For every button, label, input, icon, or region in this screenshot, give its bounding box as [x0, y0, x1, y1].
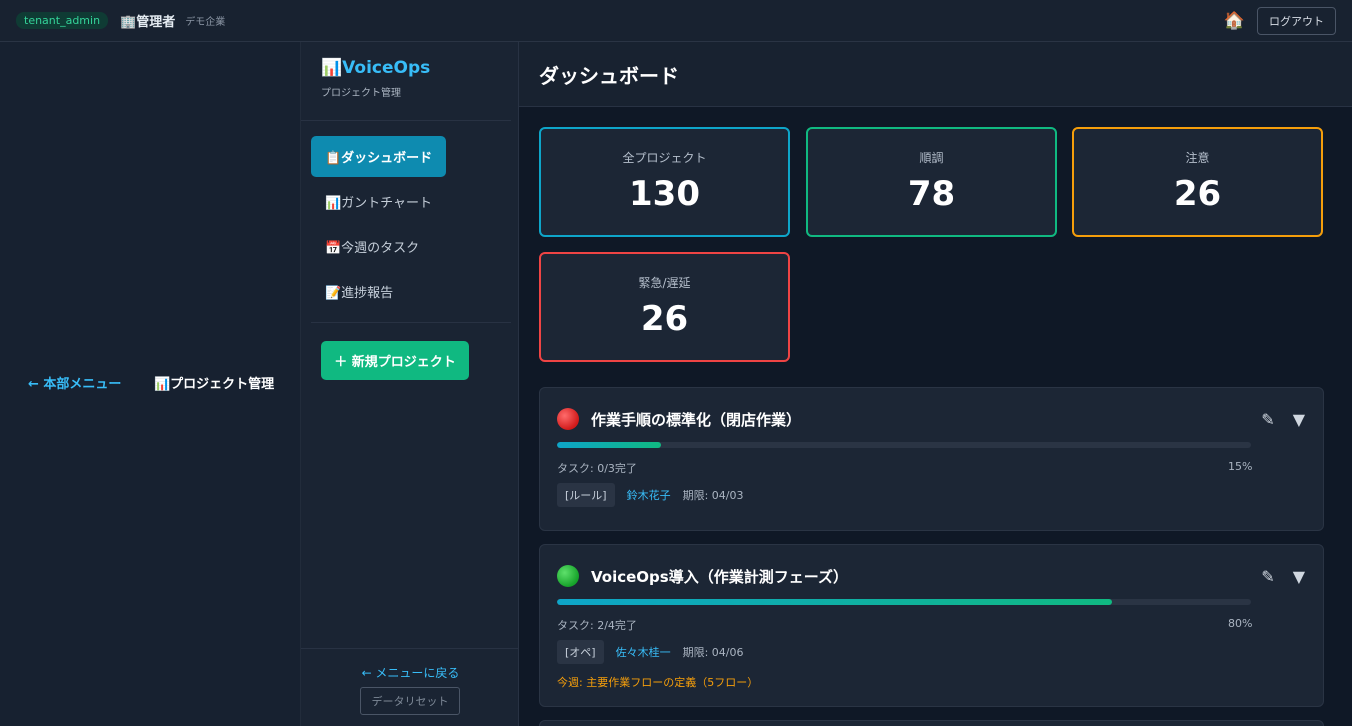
task-count: タスク: 2/4完了 [557, 619, 637, 632]
stat-value: 130 [629, 174, 700, 214]
stat-card-caution[interactable]: 注意 26 [1072, 127, 1323, 237]
owner-name[interactable]: 鈴木花子 [627, 487, 671, 503]
top-bar: tenant_admin 🏢管理者 デモ企業 🏠 ログアウト [0, 0, 1352, 42]
page-title: ダッシュボード [539, 63, 679, 88]
main-header: ダッシュボード [519, 42, 1352, 107]
weekly-task-note: 今週: 主要作業フローの定義（5フロー） [557, 676, 759, 689]
task-count: タスク: 0/3完了 [557, 462, 637, 475]
back-to-main-menu-link[interactable]: ← 本部メニュー [28, 373, 121, 392]
sidebar-item-progress-report[interactable]: 📝進捗報告 [311, 271, 511, 312]
category-tag: [ルール] [557, 483, 615, 507]
project-title: 作業手順の標準化（閉店作業） [591, 410, 802, 429]
left-rail: ← 本部メニュー 📊プロジェクト管理 [0, 42, 300, 726]
project-header: VoiceOps導入（作業計測フェーズ） [557, 565, 848, 587]
new-project-button[interactable]: ＋ 新規プロジェクト [321, 341, 469, 380]
status-green-icon [557, 565, 579, 587]
due-date: 期限: 04/03 [682, 489, 744, 502]
data-reset-button[interactable]: データリセット [360, 687, 460, 715]
edit-icon[interactable]: ✎ [1261, 567, 1274, 586]
role-badge: tenant_admin [16, 12, 109, 29]
main-content: ダッシュボード 全プロジェクト 130 順調 78 注意 26 緊急/遅延 26… [519, 42, 1352, 726]
project-card[interactable]: VoiceOps導入（作業計測フェーズ） ✎ ▼ タスク: 2/4完了 80% … [539, 544, 1324, 707]
project-title: VoiceOps導入（作業計測フェーズ） [591, 567, 848, 586]
due-date: 期限: 04/06 [682, 646, 744, 659]
stat-card-total[interactable]: 全プロジェクト 130 [539, 127, 790, 237]
project-header: 作業手順の標準化（閉店作業） [557, 408, 801, 430]
stat-label: 順調 [919, 151, 944, 165]
divider [301, 120, 511, 121]
sidebar-nav: 📋ダッシュボード 📊ガントチャート 📅今週のタスク 📝進捗報告 [311, 136, 511, 316]
admin-label: 🏢管理者 [120, 15, 176, 30]
project-card[interactable] [539, 720, 1324, 726]
logout-button[interactable]: ログアウト [1257, 6, 1336, 35]
expand-icon[interactable]: ▼ [1293, 567, 1305, 586]
progress-bar [557, 599, 1251, 605]
sidebar-item-dashboard[interactable]: 📋ダッシュボード [311, 136, 446, 177]
sidebar-item-gantt-chart[interactable]: 📊ガントチャート [311, 181, 511, 222]
brand: 📊VoiceOps プロジェクト管理 [321, 58, 430, 99]
sidebar: 📊VoiceOps プロジェクト管理 📋ダッシュボード 📊ガントチャート 📅今週… [300, 42, 520, 726]
progress-percent: 80% [1228, 617, 1253, 630]
status-red-icon [557, 408, 579, 430]
owner-name[interactable]: 佐々木桂一 [616, 644, 671, 660]
tenant-label: デモ企業 [185, 17, 226, 28]
top-right-actions: 🏠 ログアウト [1224, 6, 1336, 35]
project-meta: [ルール] 鈴木花子 期限: 04/03 [557, 483, 744, 507]
progress-bar [557, 442, 1251, 448]
stat-value: 26 [1173, 174, 1222, 214]
home-icon[interactable]: 🏠 [1224, 11, 1245, 31]
category-tag: [オペ] [557, 640, 604, 664]
brand-title: 📊VoiceOps [321, 58, 431, 78]
progress-fill [557, 442, 662, 448]
expand-icon[interactable]: ▼ [1293, 410, 1305, 429]
brand-subtitle: プロジェクト管理 [321, 88, 401, 99]
stat-value: 78 [907, 174, 956, 214]
progress-percent: 15% [1228, 460, 1253, 473]
sidebar-item-weekly-tasks[interactable]: 📅今週のタスク [311, 226, 511, 267]
stat-card-on-track[interactable]: 順調 78 [806, 127, 1057, 237]
divider [301, 648, 520, 649]
stat-value: 26 [640, 299, 689, 339]
rail-project-label: 📊プロジェクト管理 [154, 377, 275, 392]
stat-label: 緊急/遅延 [638, 276, 691, 290]
progress-fill [557, 599, 1113, 605]
stat-card-urgent[interactable]: 緊急/遅延 26 [539, 252, 790, 362]
card-actions: ✎ ▼ [1261, 567, 1305, 586]
back-to-menu-link[interactable]: ← メニューに戻る [301, 664, 520, 681]
divider [311, 322, 511, 323]
project-card[interactable]: 作業手順の標準化（閉店作業） ✎ ▼ タスク: 0/3完了 15% [ルール] … [539, 387, 1324, 531]
edit-icon[interactable]: ✎ [1261, 410, 1274, 429]
project-meta: [オペ] 佐々木桂一 期限: 04/06 [557, 640, 744, 664]
stat-label: 注意 [1185, 151, 1210, 165]
stat-label: 全プロジェクト [622, 151, 707, 165]
card-actions: ✎ ▼ [1261, 410, 1305, 429]
